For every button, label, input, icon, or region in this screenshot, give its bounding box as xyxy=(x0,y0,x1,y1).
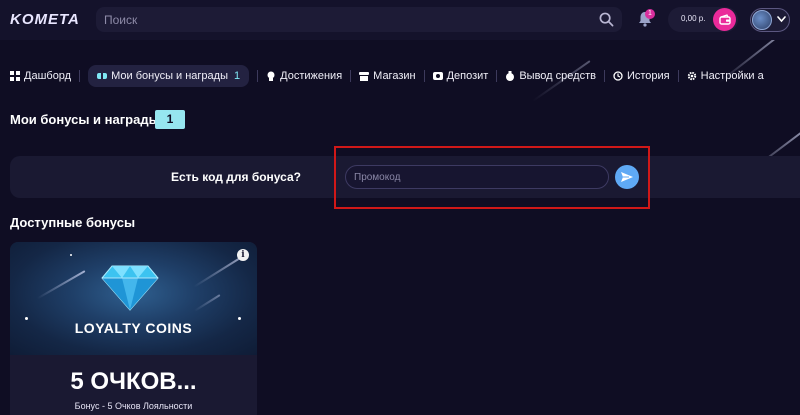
tab-label: Настройки а xyxy=(700,70,764,82)
tab-count: 1 xyxy=(234,70,241,82)
search-icon[interactable] xyxy=(599,12,614,27)
tab-dashboard[interactable]: Дашборд xyxy=(10,65,71,87)
logo[interactable]: KOMETA xyxy=(10,11,80,28)
page-title: Мои бонусы и награды xyxy=(10,112,160,127)
tab-settings[interactable]: Настройки а xyxy=(687,65,764,87)
search-bar[interactable] xyxy=(96,7,622,32)
tab-separator xyxy=(79,70,81,82)
tab-achievements[interactable]: Достижения xyxy=(266,65,342,87)
tab-deposit[interactable]: Депозит xyxy=(432,65,489,87)
notification-badge: 1 xyxy=(645,9,655,19)
tab-history[interactable]: История xyxy=(613,65,670,87)
balance-amount: 0,00 р. xyxy=(681,14,706,23)
gear-icon xyxy=(687,71,696,81)
trophy-icon xyxy=(267,71,275,81)
history-icon xyxy=(613,71,623,81)
tab-label: История xyxy=(626,70,670,82)
tab-label: Магазин xyxy=(373,70,416,82)
bonus-card-image xyxy=(10,242,257,355)
send-icon xyxy=(621,172,633,182)
dashboard-icon xyxy=(10,71,20,81)
tab-label: Вывод средств xyxy=(519,70,596,82)
tab-separator xyxy=(257,70,259,82)
avatar[interactable] xyxy=(752,10,772,30)
top-header: KOMETA 1 0,00 р. xyxy=(0,0,800,40)
submit-promo-button[interactable] xyxy=(615,165,639,189)
search-input[interactable] xyxy=(96,12,576,27)
sparkle xyxy=(70,254,72,256)
info-icon[interactable]: i xyxy=(237,249,249,261)
chevron-down-icon[interactable] xyxy=(777,15,786,23)
page-title-badge: 1 xyxy=(155,110,185,129)
tab-shop[interactable]: Магазин xyxy=(359,65,416,87)
diamond-icon xyxy=(101,265,159,311)
tab-my-bonuses[interactable]: Мои бонусы и награды 1 xyxy=(88,65,250,87)
card-streak xyxy=(36,270,86,300)
tab-label: Дашборд xyxy=(24,70,72,82)
bonus-card-image-text: LOYALTY COINS xyxy=(74,320,193,336)
nav-tabs: Дашборд Мои бонусы и награды 1 Достижени… xyxy=(10,64,800,88)
tab-separator xyxy=(603,70,605,82)
bonus-card-value: 5 ОЧКОВ... xyxy=(70,368,197,395)
bonus-card-description: Бонус - 5 Очков Лояльности xyxy=(74,401,193,411)
available-bonuses-title: Доступные бонусы xyxy=(10,215,136,230)
withdraw-icon xyxy=(506,71,515,81)
tab-withdraw[interactable]: Вывод средств xyxy=(505,65,596,87)
tab-separator xyxy=(350,70,352,82)
tab-separator xyxy=(496,70,498,82)
tab-label: Достижения xyxy=(280,70,343,82)
wallet-icon xyxy=(718,13,731,25)
deposit-icon xyxy=(432,72,443,80)
wallet-button[interactable] xyxy=(713,8,736,31)
shop-icon xyxy=(359,72,370,81)
tab-separator xyxy=(677,70,679,82)
promo-code-label: Есть код для бонуса? xyxy=(171,170,302,184)
card-streak xyxy=(194,294,221,312)
bonus-icon xyxy=(97,73,108,79)
tab-label: Депозит xyxy=(446,70,489,82)
promo-code-input[interactable] xyxy=(345,165,609,189)
tab-separator xyxy=(423,70,425,82)
tab-label: Мои бонусы и награды xyxy=(111,70,228,82)
